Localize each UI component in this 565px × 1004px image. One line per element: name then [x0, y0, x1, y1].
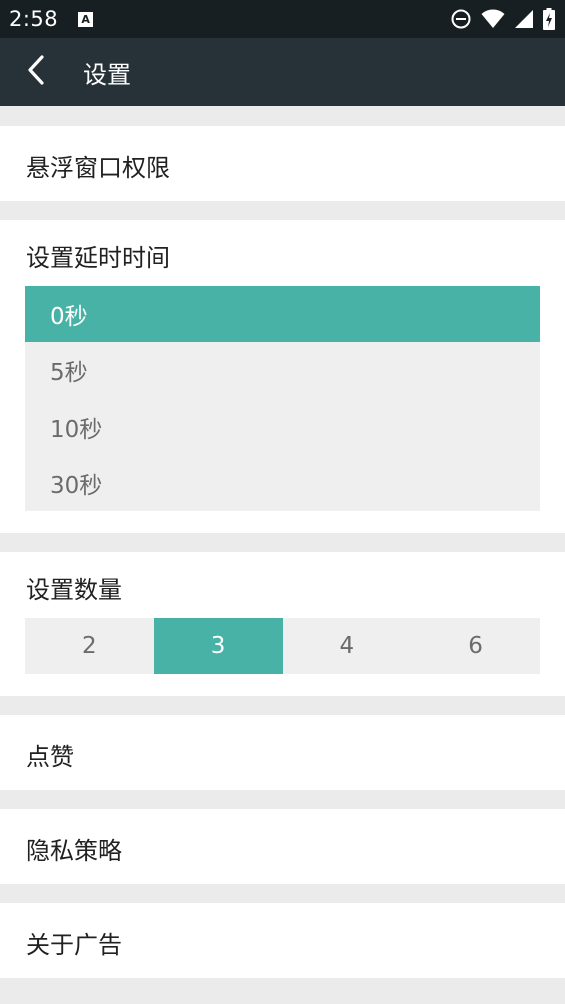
chevron-left-icon [26, 54, 46, 90]
delay-option-5[interactable]: 5秒 [25, 342, 540, 398]
count-selector: 2 3 4 6 [25, 618, 540, 674]
app-bar: 设置 [0, 38, 565, 106]
battery-charging-icon [543, 8, 555, 30]
count-option-3[interactable]: 3 [153, 618, 283, 674]
notification-glyph: A [81, 12, 90, 26]
about-ads-row[interactable]: 关于广告 [0, 903, 565, 978]
delay-option-30[interactable]: 30秒 [25, 455, 540, 511]
wifi-icon [481, 9, 505, 29]
float-permission-label: 悬浮窗口权限 [26, 154, 170, 182]
count-option-6[interactable]: 6 [411, 618, 540, 674]
back-button[interactable] [26, 52, 62, 92]
about-ads-label: 关于广告 [26, 931, 122, 959]
do-not-disturb-icon [451, 9, 471, 29]
status-bar: 2:58 A [0, 0, 565, 38]
like-row[interactable]: 点赞 [0, 715, 565, 790]
count-option-4[interactable]: 4 [283, 618, 412, 674]
page-title: 设置 [83, 60, 131, 89]
delay-option-0[interactable]: 0秒 [25, 286, 540, 343]
like-label: 点赞 [26, 743, 74, 771]
delay-section: 设置延时时间 0秒 5秒 10秒 30秒 [0, 220, 565, 533]
delay-label: 设置延时时间 [26, 244, 170, 272]
status-icons [441, 8, 555, 30]
count-option-2[interactable]: 2 [25, 618, 154, 674]
delay-options: 0秒 5秒 10秒 30秒 [25, 286, 540, 511]
notification-icon: A [78, 11, 94, 27]
count-section: 设置数量 2 3 4 6 [0, 552, 565, 696]
privacy-label: 隐私策略 [26, 837, 122, 865]
delay-option-10[interactable]: 10秒 [25, 399, 540, 455]
signal-icon [515, 10, 533, 28]
privacy-row[interactable]: 隐私策略 [0, 809, 565, 884]
float-permission-row[interactable]: 悬浮窗口权限 [0, 126, 565, 201]
status-time: 2:58 [9, 7, 59, 31]
count-label: 设置数量 [26, 576, 122, 604]
